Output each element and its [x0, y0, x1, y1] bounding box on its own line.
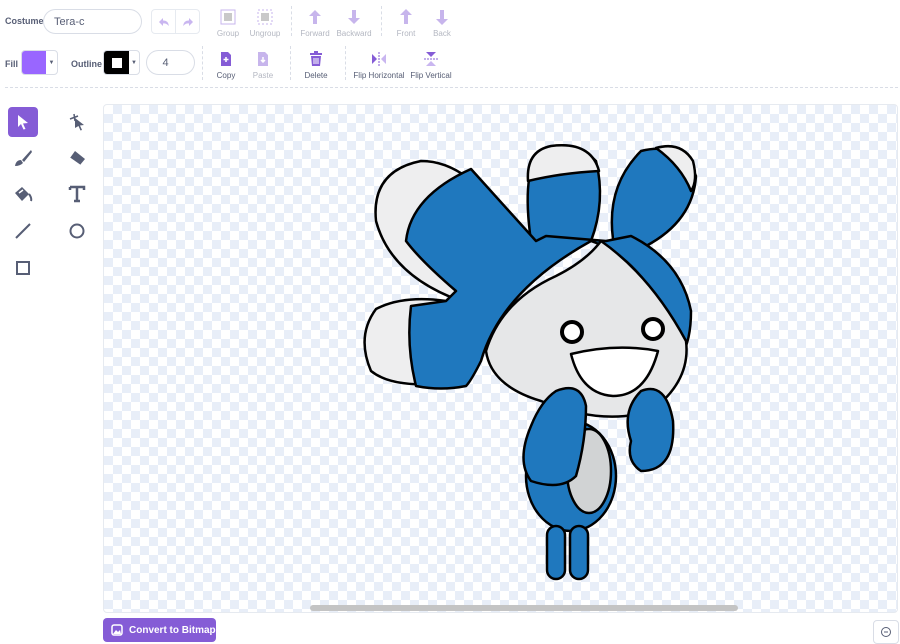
- tool-text[interactable]: [62, 179, 92, 209]
- flip-horizontal-label: Flip Horizontal: [353, 71, 405, 80]
- paint-canvas[interactable]: [103, 104, 898, 613]
- paste-icon: [258, 52, 268, 66]
- outline-width-input[interactable]: 4: [146, 50, 195, 75]
- flip-vertical-button[interactable]: Flip Vertical: [403, 50, 459, 80]
- paste-button[interactable]: Paste: [235, 50, 291, 80]
- group-icon: [220, 9, 236, 25]
- ungroup-button[interactable]: Ungroup: [237, 8, 293, 38]
- circle-icon: [69, 223, 85, 239]
- toolbar-divider: [5, 87, 898, 88]
- chevron-down-icon: ▼: [48, 59, 55, 66]
- redo-button[interactable]: [176, 10, 199, 33]
- delete-label: Delete: [304, 71, 328, 80]
- image-icon: [111, 624, 123, 636]
- flip-vertical-icon: [424, 52, 438, 66]
- trash-icon: [310, 51, 322, 66]
- line-icon: [15, 223, 31, 239]
- divider: [345, 46, 346, 80]
- tool-reshape[interactable]: [62, 107, 92, 137]
- undo-button[interactable]: [152, 10, 176, 33]
- flip-horizontal-icon: [372, 52, 386, 66]
- costume-name-value: Tera-c: [54, 15, 85, 28]
- ungroup-icon: [257, 9, 273, 25]
- convert-to-bitmap-label: Convert to Bitmap: [129, 624, 216, 636]
- eraser-icon: [69, 151, 85, 166]
- brush-icon: [15, 150, 32, 166]
- front-icon: [400, 9, 412, 24]
- back-icon: [436, 10, 448, 25]
- redo-icon: [182, 17, 193, 26]
- convert-to-bitmap-button[interactable]: Convert to Bitmap: [103, 618, 216, 642]
- fill-swatch: [22, 51, 46, 74]
- delete-button[interactable]: Delete: [288, 50, 344, 80]
- backward-button[interactable]: Backward: [326, 8, 382, 38]
- backward-label: Backward: [336, 29, 372, 38]
- flip-horizontal-button[interactable]: Flip Horizontal: [350, 50, 408, 80]
- forward-icon: [309, 10, 321, 24]
- fill-color-picker[interactable]: ▼: [21, 50, 58, 75]
- tool-fill[interactable]: [8, 179, 38, 209]
- paint-bucket-icon: [15, 187, 33, 202]
- copy-icon: [221, 52, 231, 66]
- tool-line[interactable]: [8, 216, 38, 246]
- tool-eraser[interactable]: [62, 143, 92, 173]
- costume-drawing: [363, 144, 698, 581]
- chevron-down-icon: ▼: [131, 59, 137, 66]
- zoom-out-button[interactable]: [873, 620, 899, 644]
- back-label: Back: [433, 29, 451, 38]
- flip-vertical-label: Flip Vertical: [410, 71, 452, 80]
- ungroup-label: Ungroup: [249, 29, 281, 38]
- backward-icon: [348, 10, 360, 24]
- horizontal-scrollbar[interactable]: [310, 605, 738, 611]
- undo-icon: [158, 17, 169, 26]
- copy-label: Copy: [216, 71, 236, 80]
- zoom-out-icon: [881, 627, 891, 637]
- costume-name-input[interactable]: Tera-c: [43, 9, 142, 34]
- tool-rectangle[interactable]: [8, 253, 38, 283]
- tool-select[interactable]: [8, 107, 38, 137]
- group-label: Group: [216, 29, 240, 38]
- outline-label: Outline: [71, 59, 102, 69]
- back-button[interactable]: Back: [414, 8, 470, 38]
- outline-color-picker[interactable]: ▼: [103, 50, 140, 75]
- fill-label: Fill: [5, 59, 18, 69]
- tool-circle[interactable]: [62, 216, 92, 246]
- tool-brush[interactable]: [8, 143, 38, 173]
- outline-swatch: [104, 51, 129, 74]
- text-icon: [68, 185, 86, 203]
- rectangle-icon: [16, 261, 30, 275]
- reshape-icon: [69, 113, 84, 131]
- outline-width-value: 4: [162, 56, 169, 69]
- undo-redo-group: [151, 9, 200, 34]
- paste-label: Paste: [252, 71, 274, 80]
- front-label: Front: [396, 29, 416, 38]
- arrow-cursor-icon: [18, 115, 28, 130]
- costume-label: Costume: [5, 16, 44, 26]
